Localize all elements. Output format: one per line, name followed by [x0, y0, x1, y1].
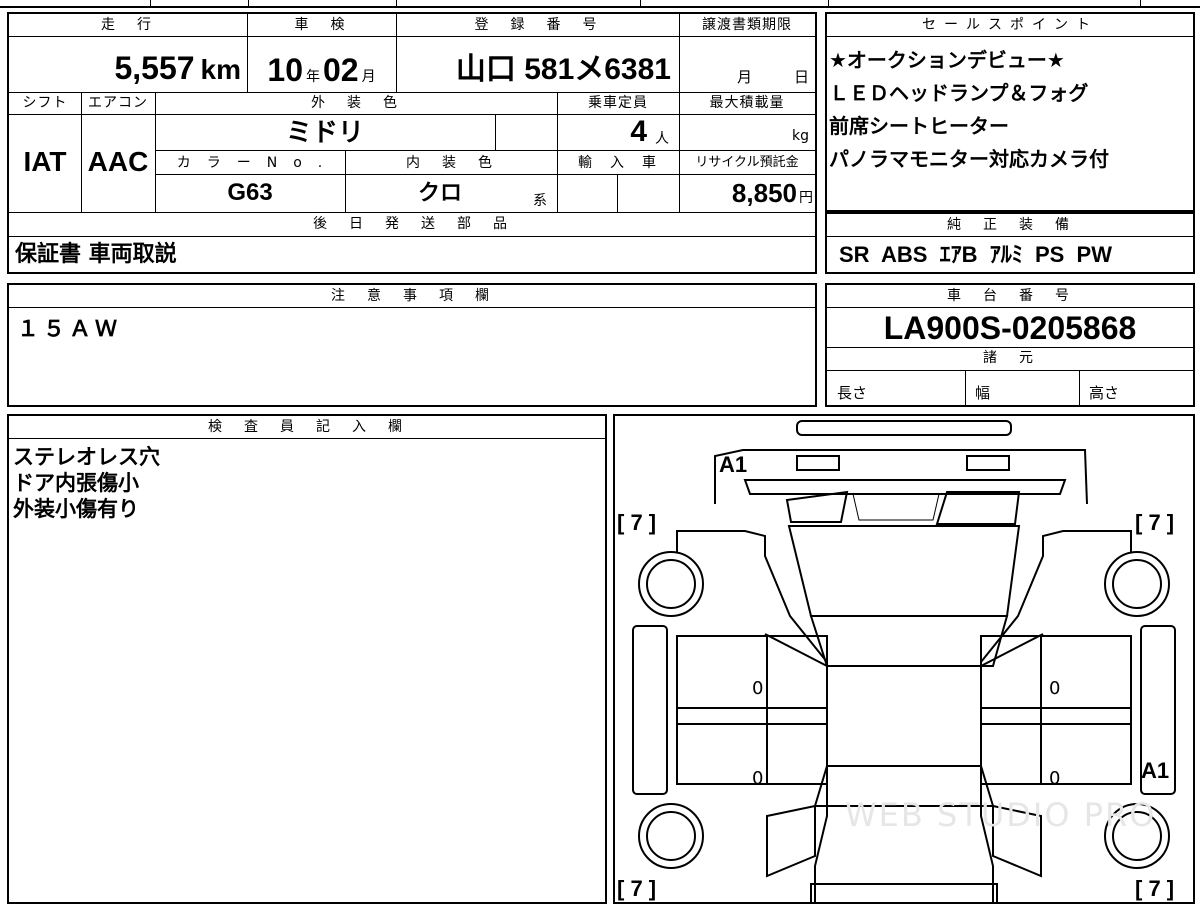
interior-color-suffix: 系 — [533, 193, 547, 209]
mileage-value: 5,557 km — [114, 50, 241, 86]
vehicle-diagram-panel: WEB STUDIO PRO A1 A1 [ 7 ] [ 7 ] [ 7 ] [… — [613, 414, 1195, 904]
chassis-panel: 車 台 番 号 LA900S-0205868 諸 元 長さ 幅 高さ — [825, 283, 1195, 407]
registration-header: 登 録 番 号 — [474, 17, 601, 33]
exterior-color-value: ミドリ — [285, 117, 364, 147]
inspector-line-3: 外装小傷有り — [13, 497, 139, 521]
genuine-equipment-header: 純 正 装 備 — [947, 217, 1073, 233]
transfer-day-unit: 日 — [794, 68, 810, 86]
top-strip — [0, 0, 1200, 8]
tread-rear-left: [ 7 ] — [617, 876, 657, 901]
spec-height-label: 高さ — [1089, 384, 1120, 402]
import-header: 輸 入 車 — [578, 155, 658, 171]
genuine-equipment-value: SR ABS ｴｱB ｱﾙﾐ PS PW — [839, 242, 1112, 267]
tread-front-right: [ 7 ] — [1135, 510, 1175, 535]
registration-value: 山口 581メ6381 — [455, 53, 671, 86]
specs-header: 諸 元 — [983, 350, 1037, 366]
door-mark-right-front: 0 — [1049, 678, 1061, 699]
notes-panel: 注 意 事 項 欄 １５ＡＷ — [7, 283, 817, 407]
notes-header: 注 意 事 項 欄 — [331, 288, 493, 304]
genuine-equipment-panel: 純 正 装 備 SR ABS ｴｱB ｱﾙﾐ PS PW — [825, 212, 1195, 274]
max-load-unit: kg — [792, 128, 809, 144]
color-no-header: カ ラ ー N o . — [176, 155, 324, 171]
sales-points-header: セールスポイント — [922, 17, 1098, 33]
max-load-header: 最大積載量 — [709, 95, 785, 111]
capacity-unit: 人 — [655, 131, 669, 147]
inspector-panel: 検 査 員 記 入 欄 ステレオレス穴 ドア内張傷小 外装小傷有り — [7, 414, 607, 904]
sales-points-panel: セールスポイント ★オークションデビュー★ ＬＥＤヘッドランプ＆フォグ 前席シー… — [825, 12, 1195, 212]
chassis-header: 車 台 番 号 — [947, 288, 1073, 304]
interior-color-value: クロ — [417, 180, 462, 205]
door-mark-left-rear: 0 — [752, 768, 764, 789]
inspector-line-2: ドア内張傷小 — [13, 471, 139, 495]
exterior-color-header: 外 装 色 — [311, 95, 401, 111]
damage-mark-a1-front: A1 — [719, 452, 748, 477]
later-parts-value: 保証書 車両取説 — [15, 242, 177, 267]
inspector-header: 検 査 員 記 入 欄 — [208, 419, 406, 435]
tread-front-left: [ 7 ] — [617, 510, 657, 535]
tread-rear-right: [ 7 ] — [1135, 876, 1175, 901]
recycle-value: 8,850 円 — [731, 178, 813, 208]
inspection-header: 車 検 — [294, 17, 349, 33]
spec-length-label: 長さ — [837, 384, 868, 402]
sales-point-line-1: ★オークションデビュー★ — [829, 48, 1065, 72]
capacity-header: 乗車定員 — [588, 95, 648, 111]
notes-value: １５ＡＷ — [17, 317, 122, 342]
shift-header: シフト — [22, 95, 68, 111]
inspection-value: 10 年02 月 — [267, 52, 376, 88]
door-mark-right-rear: 0 — [1049, 768, 1061, 789]
later-parts-header: 後 日 発 送 部 品 — [313, 216, 511, 232]
aircon-value: AAC — [87, 146, 149, 177]
damage-mark-a1-right: A1 — [1141, 758, 1170, 783]
main-table: 走 行 車 検 登 録 番 号 譲渡書類期限 5,557 km 10 年02 月 山口… — [7, 12, 817, 274]
transfer-deadline-header: 譲渡書類期限 — [702, 17, 792, 33]
transfer-month-unit: 月 — [737, 68, 753, 86]
inspector-line-1: ステレオレス穴 — [13, 445, 160, 469]
watermark: WEB STUDIO PRO — [845, 796, 1157, 834]
recycle-header: リサイクル預託金 — [695, 155, 799, 170]
capacity-value: 4 — [630, 115, 647, 148]
sales-point-line-4: パノラマモニター対応カメラ付 — [829, 147, 1109, 171]
chassis-number: LA900S-0205868 — [883, 310, 1137, 346]
mileage-header: 走 行 — [101, 17, 155, 33]
spec-width-label: 幅 — [975, 384, 991, 402]
sales-point-line-2: ＬＥＤヘッドランプ＆フォグ — [829, 81, 1089, 105]
shift-value: IAT — [23, 146, 67, 177]
aircon-header: エアコン — [88, 95, 148, 111]
color-no-value: G63 — [227, 179, 273, 206]
door-mark-left-front: 0 — [752, 678, 764, 699]
sales-point-line-3: 前席シートヒーター — [829, 114, 1009, 138]
interior-color-header: 内 装 色 — [406, 155, 496, 171]
